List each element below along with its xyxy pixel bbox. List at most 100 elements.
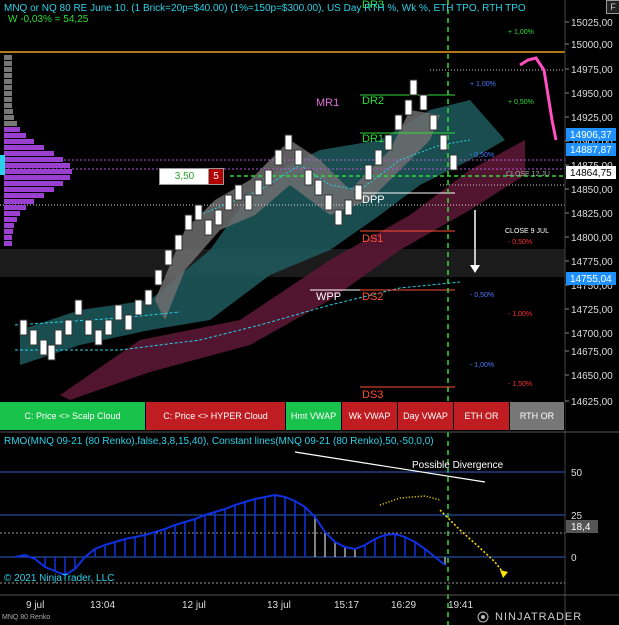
price-tick-label: 14975,00 [571,65,613,76]
time-tick-label: 16:29 [391,600,416,611]
price-tick-label: 14950,00 [571,89,613,100]
pivot-label-ds2: DS2 [362,291,383,303]
toolbar-button-rth-or[interactable]: RTH OR [510,402,565,430]
renko-brick [234,184,243,201]
price-tick-label: 14625,00 [571,397,613,408]
toolbar-button-day-vwap[interactable]: Day VWAP [398,402,454,430]
tpo-bar [4,199,34,204]
rmo-panel[interactable]: Possible Divergence 50 25 0 18,4 [0,451,598,584]
tpo-bar [4,61,12,66]
renko-brick [324,194,333,211]
pivot-label-ds3: DS3 [362,389,383,401]
time-tick-label: 15:17 [334,600,359,611]
price-tick-label: 14825,00 [571,209,613,220]
renko-brick [54,329,63,346]
toolbar-button-hmt-vwap[interactable]: Hmt VWAP [286,402,342,430]
renko-brick [74,299,83,316]
tpo-bar [4,121,17,126]
renko-brick [19,319,28,336]
renko-brick [374,149,383,166]
time-tick-label: 13:04 [90,600,115,611]
tpo-bar [4,241,12,246]
renko-brick [47,344,56,361]
tpo-bar [4,139,34,144]
percent-label: - 0,50% [470,152,494,159]
rmo-value: 18,4 [571,522,591,533]
price-tick-label: 15000,00 [571,40,613,51]
price-tick-label: 14700,00 [571,329,613,340]
percent-label: + 1,00% [470,81,496,88]
price-tick-label: 14650,00 [571,371,613,382]
tpo-bar [4,163,70,168]
renko-brick [284,134,293,151]
instrument-label: MNQ 80 Renko [2,614,51,621]
renko-brick [244,194,253,211]
renko-brick [184,214,193,231]
price-tag-text: 14864,75 [570,168,612,179]
tpo-bar [4,97,12,102]
renko-brick [394,114,403,131]
renko-brick [404,99,413,116]
renko-brick [419,94,428,111]
tpo-bar [4,85,12,90]
tpo-bar [4,115,14,120]
renko-brick [364,164,373,181]
rmo-axis-0: 0 [571,553,577,564]
tpo-bar [4,73,12,78]
renko-brick [39,339,48,356]
trade-qty-box[interactable]: 5 [208,168,224,185]
renko-brick [254,179,263,196]
percent-label: - 1,00% [508,311,532,318]
time-axis[interactable]: 9 jul 13:04 12 jul 13 jul 15:17 16:29 19:41 [26,600,473,611]
toolbar-button-wk-vwap[interactable]: Wk VWAP [342,402,398,430]
renko-brick [164,249,173,266]
renko-brick [224,194,233,211]
renko-brick [194,204,203,221]
toolbar-button-c-price-hyper-cloud[interactable]: C: Price <> HYPER Cloud [146,402,286,430]
rmo-line [14,493,446,577]
renko-brick [264,169,273,186]
renko-brick [304,169,313,186]
price-tick-label: 14725,00 [571,305,613,316]
renko-brick [439,134,448,151]
time-tick-label: 12 jul [182,600,206,611]
price-tick-label: 15025,00 [571,18,613,29]
pivot-label-ds1: DS1 [362,233,383,245]
price-tick-label: 14850,00 [571,185,613,196]
renko-brick [214,209,223,226]
renko-brick [354,184,363,201]
price-tick-label: 14800,00 [571,233,613,244]
renko-brick [449,154,458,171]
renko-brick [64,319,73,336]
renko-brick [344,199,353,216]
price-tag-text: 14755,04 [570,274,612,285]
renko-brick [154,269,163,286]
window-menu-button[interactable]: F [606,0,619,14]
renko-brick [429,114,438,131]
chart-header-title: MNQ or NQ 80 RE June 10. (1 Brick=20p=$4… [4,3,526,14]
divergence-annotation: Possible Divergence [412,460,504,471]
tpo-bar [4,91,12,96]
price-tick-label: 14925,00 [571,113,613,124]
tpo-bar [4,235,12,240]
tpo-bar [4,109,13,114]
tpo-bar [4,157,63,162]
copyright: © 2021 NinjaTrader, LLC [4,573,115,584]
ninjatrader-logo-icon [477,611,489,623]
arrow-head-icon [500,570,508,578]
pivot-label-dr1: DR1 [362,133,384,145]
trade-value-box[interactable]: 3,50 [159,168,210,185]
time-tick-label: 13 jul [267,600,291,611]
renko-brick [334,209,343,226]
tpo-bar [4,103,12,108]
percent-label: - 1,50% [508,381,532,388]
renko-brick [134,299,143,316]
renko-brick [144,289,153,306]
toolbar-button-c-price-scalp-cloud[interactable]: C: Price <> Scalp Cloud [0,402,146,430]
percent-label: + 0,50% [508,99,534,106]
price-axis[interactable]: 15025,00 15000,00 14975,00 14950,00 14925,00… [565,18,613,408]
toolbar-button-eth-or[interactable]: ETH OR [454,402,510,430]
tpo-bar [4,55,12,60]
price-chart[interactable]: 15025,00 15000,00 14975,00 14950,00 14925,00… [0,0,619,625]
price-tick-label: 14675,00 [571,347,613,358]
